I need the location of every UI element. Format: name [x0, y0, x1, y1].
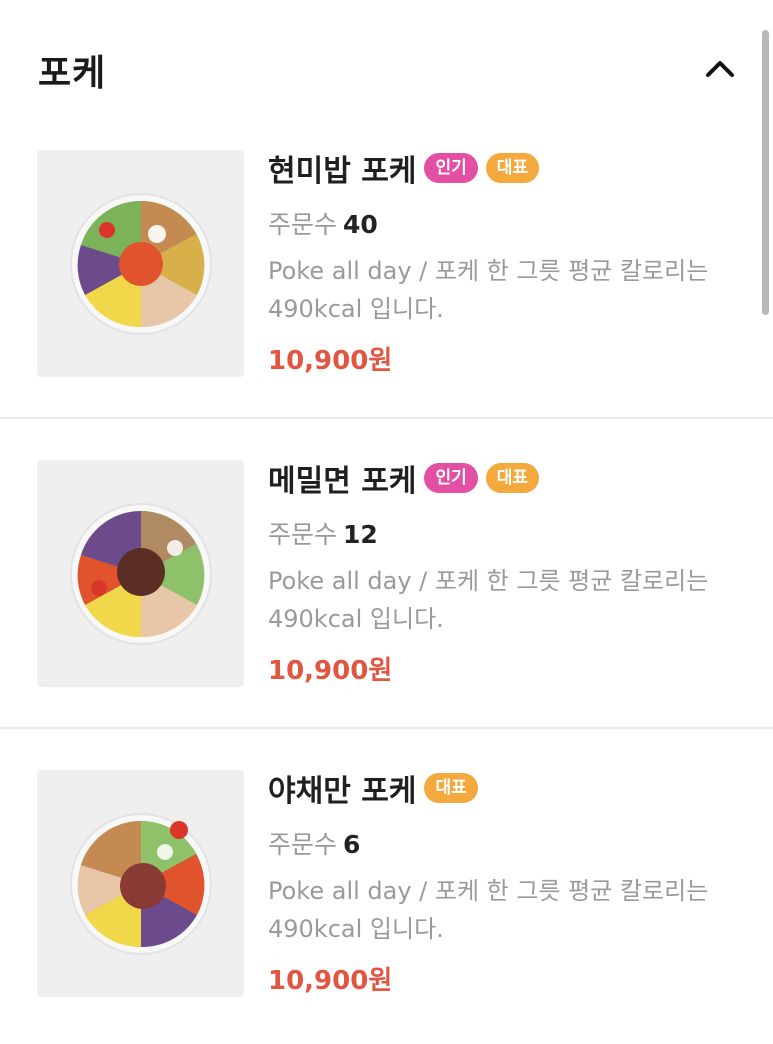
signature-badge: 대표 [424, 773, 478, 803]
signature-badge: 대표 [485, 463, 540, 493]
menu-name-row: 메밀면 포케 인기 대표 [268, 458, 540, 499]
menu-name: 현미밥 포케 [268, 154, 417, 189]
order-label: 주문수 [268, 520, 338, 549]
popular-badge: 인기 [424, 153, 478, 183]
menu-item-buckwheat-poke[interactable]: 메밀면 포케 인기 대표 주문수 12 Poke all day / 포케 한 그… [0, 310, 773, 687]
order-count-row: 주문수 40 [268, 205, 378, 241]
order-count: 6 [343, 830, 361, 859]
order-count: 40 [343, 210, 378, 239]
order-count: 12 [343, 520, 378, 549]
menu-image [37, 770, 244, 997]
menu-item-brown-rice-poke[interactable]: 현미밥 포케 인기 대표 주문수 40 Poke all day / 포케 한 그… [0, 0, 773, 377]
menu-price: 10,900원 [268, 966, 393, 996]
menu-name: 야채만 포케 [268, 774, 417, 809]
popular-badge: 인기 [424, 463, 478, 493]
menu-name-row: 현미밥 포케 인기 대표 [268, 148, 540, 189]
order-count-row: 주문수 12 [268, 515, 378, 551]
menu-category-screen: 포케 현미밥 포케 인기 대표 주문수 40 Poke all day / 포케… [0, 0, 773, 1044]
signature-badge: 대표 [485, 153, 540, 183]
menu-name-row: 야채만 포케 대표 [268, 768, 478, 809]
menu-item-veggie-poke[interactable]: 야채만 포케 대표 주문수 6 Poke all day / 포케 한 그릇 평균… [0, 620, 773, 997]
menu-description: Poke all day / 포케 한 그릇 평균 칼로리는 490kcal 입… [268, 877, 709, 943]
order-label: 주문수 [268, 210, 338, 239]
order-label: 주문수 [268, 830, 338, 859]
order-count-row: 주문수 6 [268, 825, 360, 861]
poke-bowl-image [70, 813, 212, 955]
menu-name: 메밀면 포케 [268, 464, 417, 499]
